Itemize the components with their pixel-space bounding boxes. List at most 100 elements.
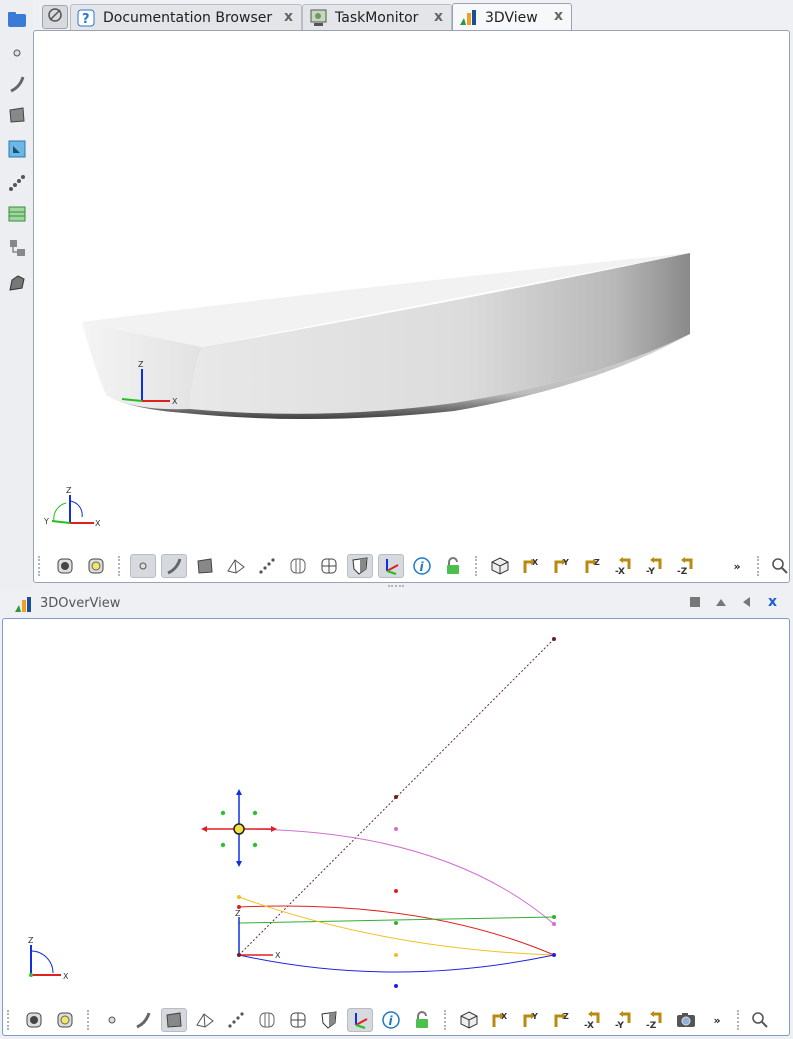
triad-z-label: Z [66,486,72,495]
surface-filter-button[interactable] [161,1008,187,1032]
view-neg-y-button[interactable]: -Y [642,554,668,578]
tab-label: Documentation Browser [103,9,273,26]
wireframe-button[interactable] [223,554,249,578]
camera-icon[interactable] [673,1008,699,1032]
overview-triad-x-label: X [63,972,69,981]
folder-icon[interactable] [6,8,28,30]
point-filter-button[interactable] [130,554,156,578]
more-button[interactable]: » [724,554,750,578]
surface-tool-icon[interactable] [6,104,28,126]
search-icon[interactable] [747,1008,773,1032]
shading-button[interactable] [316,1008,342,1032]
view-neg-y-button[interactable]: -Y [611,1008,637,1032]
close-icon[interactable]: x [554,8,563,24]
view-y-button[interactable]: Y [518,1008,544,1032]
sections-button[interactable] [285,554,311,578]
view-neg-z-button[interactable]: -Z [673,554,699,578]
axes-button[interactable] [347,1008,373,1032]
sections-button[interactable] [254,1008,280,1032]
view-neg-y-label: -Y [646,567,655,576]
view-toolbar: i X Y Z -X -Y -Z » [38,551,793,581]
point-tool-icon[interactable] [6,42,28,64]
surface-filter-button[interactable] [192,554,218,578]
view-x-label: X [501,1012,508,1021]
overview-toolbar: i X Y Z -X -Y -Z » [7,1005,778,1035]
tab-taskmonitor[interactable]: TaskMonitor x [302,4,452,30]
view-y-label: Y [562,558,569,567]
overview-triad-z-label: Z [28,936,34,945]
record-button[interactable] [21,1008,47,1032]
help-icon: ? [77,9,95,27]
overview-viewport[interactable]: Z X Z X [3,619,789,1035]
more-button[interactable]: » [704,1008,730,1032]
axis-triad: Z X Y [43,486,101,528]
view-x-button[interactable]: X [518,554,544,578]
points-button[interactable] [223,1008,249,1032]
overview-title: 3DOverView [40,596,121,611]
scene-axis-z-label: Z [138,360,144,369]
splitter-handle[interactable] [388,585,404,590]
view-y-label: Y [531,1012,538,1021]
view-x-button[interactable]: X [487,1008,513,1032]
view-neg-y-label: -Y [615,1021,624,1030]
view-z-label: Z [563,1012,569,1021]
shading-button[interactable] [347,554,373,578]
main-3d-view[interactable]: Z X Z X Y i X Y Z -X -Y -Z » [33,30,790,583]
highlight-button[interactable] [52,1008,78,1032]
maximize-icon[interactable] [716,596,726,610]
view-neg-z-label: -Z [677,567,688,576]
view-neg-x-label: -X [584,1021,594,1030]
view-z-button[interactable]: Z [580,554,606,578]
view-neg-x-button[interactable]: -X [580,1008,606,1032]
move-gizmo[interactable] [201,789,277,867]
pin-button[interactable] [42,5,68,29]
more-label: » [733,559,741,573]
wireframe-button[interactable] [192,1008,218,1032]
info-icon[interactable]: i [409,554,435,578]
info-icon[interactable]: i [378,1008,404,1032]
view-z-button[interactable]: Z [549,1008,575,1032]
view-y-button[interactable]: Y [549,554,575,578]
layers-tool-icon[interactable] [6,203,28,225]
curve-tool-icon[interactable] [6,73,28,95]
axes-button[interactable] [378,554,404,578]
points-tool-icon[interactable] [6,172,28,194]
overview-3d-view[interactable]: Z X Z X i X Y Z -X -Y -Z » [2,618,790,1036]
point-filter-button[interactable] [99,1008,125,1032]
more-label: » [713,1013,721,1027]
svg-text:?: ? [82,12,90,27]
iso-view-icon[interactable] [456,1008,482,1032]
tab-label: TaskMonitor [335,9,419,26]
close-icon[interactable]: x [768,594,777,610]
search-icon[interactable] [767,554,793,578]
record-button[interactable] [52,554,78,578]
left-toolbar [0,0,33,590]
float-icon[interactable] [741,596,751,610]
close-icon[interactable]: x [434,9,443,25]
curve-filter-button[interactable] [161,554,187,578]
highlight-button[interactable] [83,554,109,578]
view-bars-icon [459,9,477,27]
grid-button[interactable] [285,1008,311,1032]
view-neg-x-button[interactable]: -X [611,554,637,578]
overview-axis-triad: Z X [28,936,69,981]
view-z-label: Z [594,558,600,567]
stop-icon[interactable] [690,596,700,610]
tab-documentation-browser[interactable]: ? Documentation Browser x [70,4,302,30]
close-icon[interactable]: x [284,9,293,25]
tree-tool-icon[interactable] [6,237,28,259]
grid-button[interactable] [316,554,342,578]
points-button[interactable] [254,554,280,578]
view-neg-z-button[interactable]: -Z [642,1008,668,1032]
lock-icon[interactable] [409,1008,435,1032]
shape-tool-icon[interactable] [6,272,28,294]
triad-y-label: Y [43,517,49,526]
iso-view-icon[interactable] [487,554,513,578]
tab-3dview[interactable]: 3DView x [452,3,572,31]
hull-viewport[interactable]: Z X Z X Y [34,31,789,582]
curve-filter-button[interactable] [130,1008,156,1032]
view-neg-x-label: -X [615,567,625,576]
lock-icon[interactable] [440,554,466,578]
view-neg-z-label: -Z [646,1021,657,1030]
plane-tool-icon[interactable] [6,138,28,160]
